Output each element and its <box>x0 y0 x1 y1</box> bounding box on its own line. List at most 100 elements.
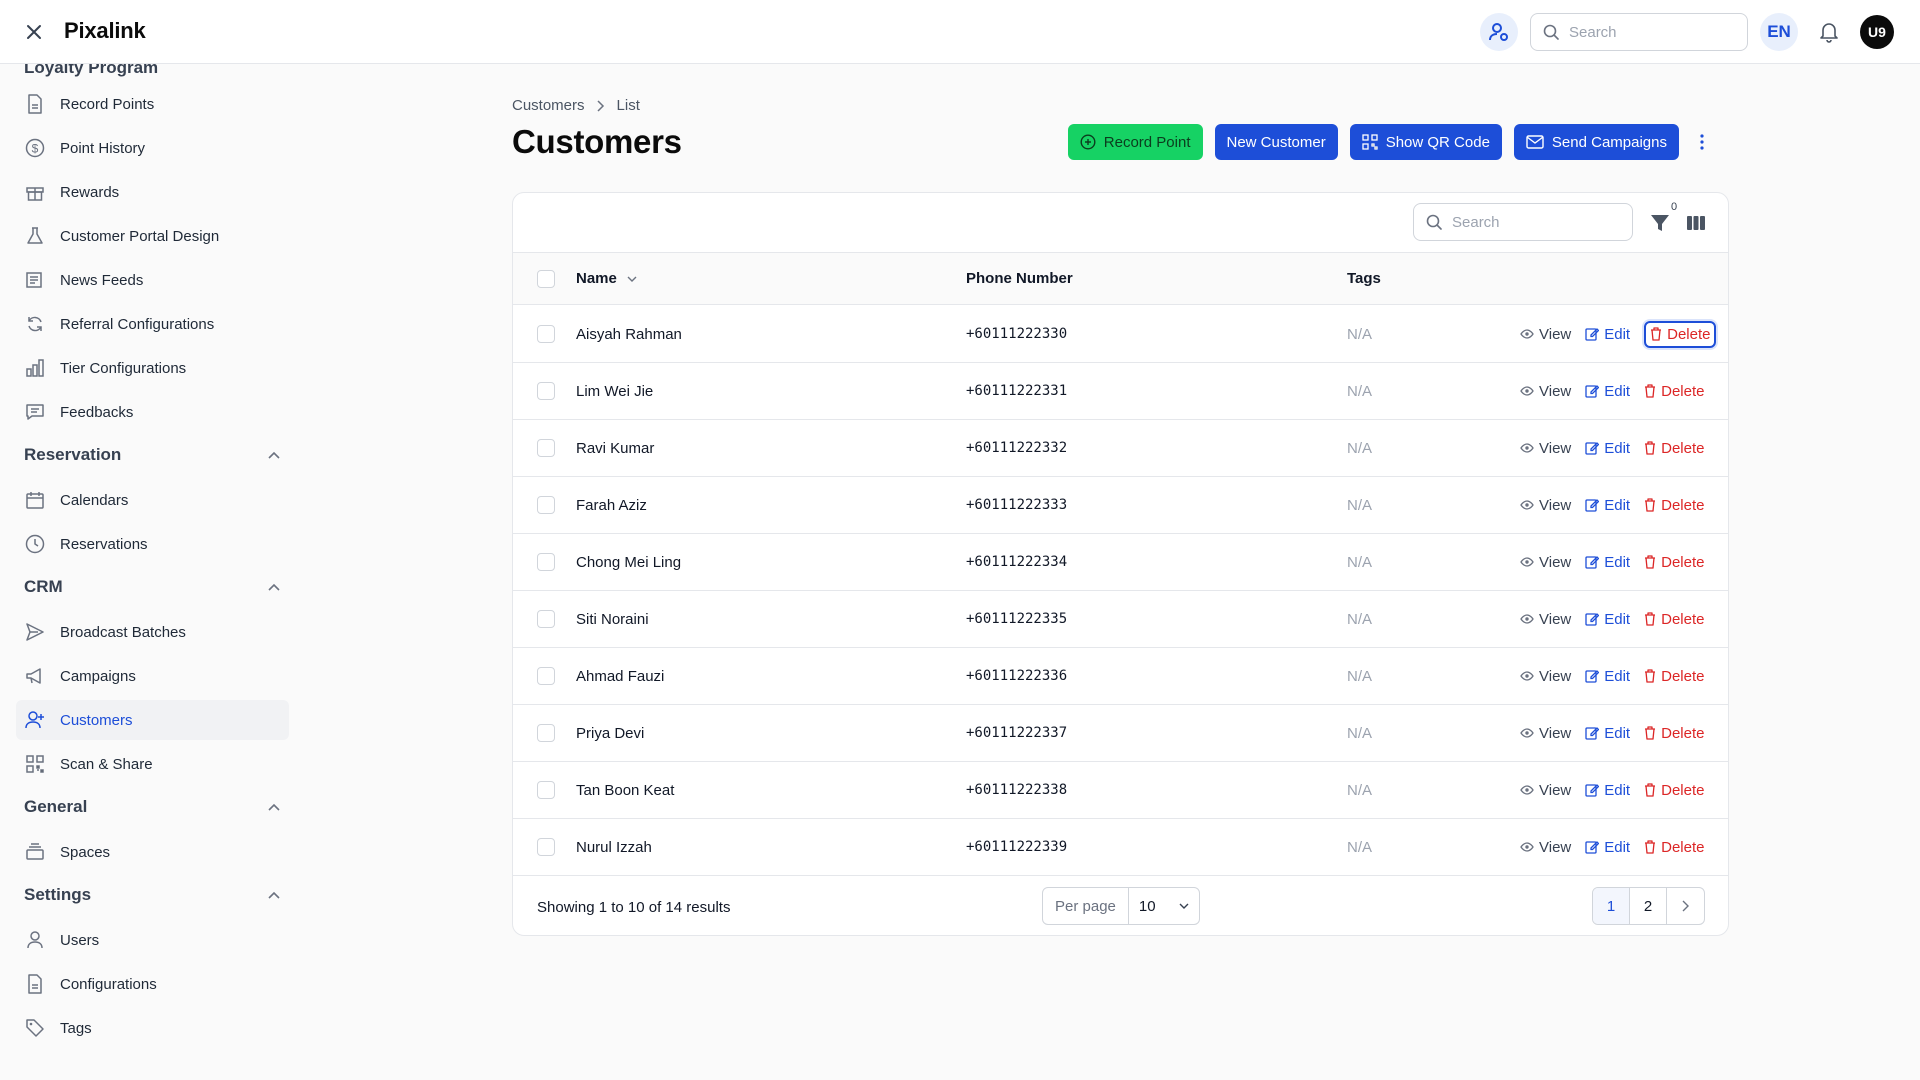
row-checkbox[interactable] <box>537 724 555 742</box>
row-checkbox[interactable] <box>537 781 555 799</box>
sidebar-item-referral-configurations[interactable]: Referral Configurations <box>16 304 289 344</box>
view-button[interactable]: View <box>1520 497 1571 514</box>
edit-button[interactable]: Edit <box>1585 782 1630 799</box>
sidebar-item-spaces[interactable]: Spaces <box>16 832 289 872</box>
sidebar-item-reservations[interactable]: Reservations <box>16 524 289 564</box>
view-button[interactable]: View <box>1520 611 1571 628</box>
sidebar-item-rewards[interactable]: Rewards <box>16 172 289 212</box>
delete-button[interactable]: Delete <box>1644 440 1704 457</box>
chevron-up-icon <box>268 891 280 899</box>
view-button[interactable]: View <box>1520 326 1571 343</box>
page-2-button[interactable]: 2 <box>1630 888 1667 924</box>
edit-button[interactable]: Edit <box>1585 383 1630 400</box>
sidebar-section-settings[interactable]: Settings <box>24 885 280 905</box>
new-customer-button[interactable]: New Customer <box>1214 124 1338 160</box>
sidebar-heading-loyalty: Loyalty Program <box>24 64 159 77</box>
brand-logo: Pixalink <box>64 18 146 43</box>
header-actions: Record Point New Customer Show QR Code S… <box>1067 124 1713 160</box>
row-checkbox[interactable] <box>537 553 555 571</box>
user-settings-icon[interactable] <box>1480 13 1518 51</box>
view-button[interactable]: View <box>1520 839 1571 856</box>
column-name-header[interactable]: Name <box>576 253 637 304</box>
customer-phone: +60111222332 <box>966 440 1068 456</box>
delete-button[interactable]: Delete <box>1644 668 1704 685</box>
row-checkbox[interactable] <box>537 667 555 685</box>
delete-button[interactable]: Delete <box>1644 554 1704 571</box>
view-button[interactable]: View <box>1520 725 1571 742</box>
edit-button[interactable]: Edit <box>1585 668 1630 685</box>
row-checkbox[interactable] <box>537 325 555 343</box>
row-checkbox[interactable] <box>537 496 555 514</box>
send-campaigns-button[interactable]: Send Campaigns <box>1513 124 1679 160</box>
view-button[interactable]: View <box>1520 782 1571 799</box>
delete-button[interactable]: Delete <box>1644 725 1704 742</box>
table-search-input[interactable] <box>1452 213 1612 231</box>
delete-button[interactable]: Delete <box>1644 320 1717 348</box>
top-bar: Pixalink EN U9 <box>0 0 1920 64</box>
view-button[interactable]: View <box>1520 668 1571 685</box>
delete-button[interactable]: Delete <box>1644 611 1704 628</box>
breadcrumb-customers[interactable]: Customers <box>512 97 585 114</box>
row-checkbox[interactable] <box>537 610 555 628</box>
avatar[interactable]: U9 <box>1860 15 1894 49</box>
filter-icon[interactable] <box>1649 211 1671 235</box>
global-search[interactable] <box>1530 13 1748 51</box>
sidebar-section-reservation[interactable]: Reservation <box>24 445 280 465</box>
sidebar-item-calendars[interactable]: Calendars <box>16 480 289 520</box>
sidebar-section-general[interactable]: General <box>24 797 280 817</box>
sidebar-section-crm[interactable]: CRM <box>24 577 280 597</box>
row-checkbox[interactable] <box>537 382 555 400</box>
more-vertical-icon[interactable] <box>1691 124 1713 160</box>
next-page-button[interactable] <box>1667 888 1704 924</box>
view-button[interactable]: View <box>1520 554 1571 571</box>
global-search-input[interactable] <box>1569 23 1729 41</box>
view-button[interactable]: View <box>1520 383 1571 400</box>
sidebar-item-customer-portal-design[interactable]: Customer Portal Design <box>16 216 289 256</box>
per-page-dropdown[interactable]: 10 <box>1129 888 1199 924</box>
sidebar-item-campaigns[interactable]: Campaigns <box>16 656 289 696</box>
edit-button[interactable]: Edit <box>1585 839 1630 856</box>
bell-icon[interactable] <box>1810 13 1848 51</box>
page-1-button[interactable]: 1 <box>1593 888 1630 924</box>
per-page-select[interactable]: Per page 10 <box>1042 887 1200 925</box>
trash-icon <box>1645 669 1656 683</box>
sidebar-item-users[interactable]: Users <box>16 920 289 960</box>
delete-button[interactable]: Delete <box>1644 782 1704 799</box>
row-checkbox[interactable] <box>537 439 555 457</box>
customer-name: Ravi Kumar <box>576 439 655 457</box>
customer-name: Chong Mei Ling <box>576 553 682 571</box>
edit-button[interactable]: Edit <box>1585 497 1630 514</box>
sidebar-item-point-history[interactable]: $ Point History <box>16 128 289 168</box>
edit-button[interactable]: Edit <box>1585 554 1630 571</box>
edit-button[interactable]: Edit <box>1585 725 1630 742</box>
customer-name: Ahmad Fauzi <box>576 667 665 685</box>
sidebar-item-tags[interactable]: Tags <box>16 1008 289 1048</box>
delete-button[interactable]: Delete <box>1644 497 1704 514</box>
sidebar-item-news-feeds[interactable]: News Feeds <box>16 260 289 300</box>
eye-icon <box>1520 671 1534 681</box>
sidebar-item-scan-share[interactable]: Scan & Share <box>16 744 289 784</box>
delete-button[interactable]: Delete <box>1644 383 1704 400</box>
record-point-button[interactable]: Record Point <box>1067 124 1203 160</box>
select-all-checkbox[interactable] <box>537 270 555 288</box>
sidebar-item-configurations[interactable]: Configurations <box>16 964 289 1004</box>
button-label: Send Campaigns <box>1551 133 1667 151</box>
edit-icon <box>1585 328 1600 341</box>
language-switcher[interactable]: EN <box>1760 13 1798 51</box>
edit-button[interactable]: Edit <box>1585 440 1630 457</box>
sidebar-item-customers[interactable]: Customers <box>16 700 289 740</box>
show-qr-code-button[interactable]: Show QR Code <box>1349 124 1502 160</box>
breadcrumb-list: List <box>616 97 640 114</box>
sidebar-item-tier-configurations[interactable]: Tier Configurations <box>16 348 289 388</box>
row-checkbox[interactable] <box>537 838 555 856</box>
edit-button[interactable]: Edit <box>1585 326 1630 343</box>
table-search[interactable] <box>1413 203 1633 241</box>
columns-icon[interactable] <box>1685 211 1707 235</box>
edit-button[interactable]: Edit <box>1585 611 1630 628</box>
close-icon[interactable] <box>20 18 48 46</box>
sidebar-item-broadcast-batches[interactable]: Broadcast Batches <box>16 612 289 652</box>
sidebar-item-feedbacks[interactable]: Feedbacks <box>16 392 289 432</box>
sidebar-item-record-points[interactable]: Record Points <box>16 84 289 124</box>
view-button[interactable]: View <box>1520 440 1571 457</box>
delete-button[interactable]: Delete <box>1644 839 1704 856</box>
